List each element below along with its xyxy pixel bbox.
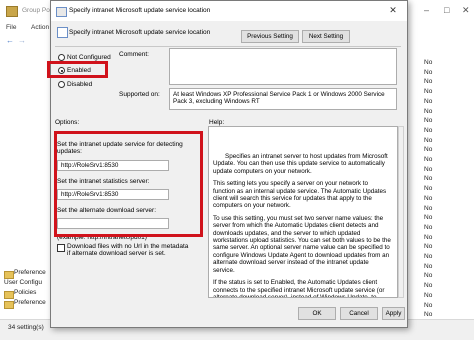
state-value[interactable]: No [424, 234, 432, 241]
help-paragraph: Specifies an intranet server to host upd… [213, 153, 388, 175]
next-setting-button[interactable]: Next Setting [302, 30, 350, 43]
state-value[interactable]: No [424, 156, 432, 163]
dialog-title: Specify intranet Microsoft update servic… [69, 7, 211, 14]
folder-icon [4, 301, 14, 309]
state-value[interactable]: No [424, 243, 432, 250]
state-value[interactable]: No [424, 205, 432, 212]
maximize-icon[interactable]: □ [444, 5, 449, 15]
tree-item[interactable]: Preference [14, 299, 46, 306]
download-no-url-checkbox[interactable] [57, 244, 65, 252]
state-value[interactable]: No [424, 98, 432, 105]
options-label: Options: [55, 119, 80, 126]
menu-file[interactable]: File [6, 24, 16, 31]
state-value[interactable]: No [424, 69, 432, 76]
tree-item[interactable]: Preference [14, 269, 46, 276]
cancel-button[interactable]: Cancel [340, 307, 378, 320]
state-value[interactable]: No [424, 311, 432, 318]
radio-disabled[interactable] [58, 81, 65, 88]
state-value[interactable]: No [424, 302, 432, 309]
help-pane: Specifies an intranet server to host upd… [208, 126, 398, 298]
dialog-titlebar: Specify intranet Microsoft update servic… [51, 1, 407, 21]
state-value[interactable]: No [424, 108, 432, 115]
enabled-highlight-box [47, 61, 108, 78]
minimize-icon[interactable]: – [424, 5, 429, 15]
status-text: 34 setting(s) [8, 324, 44, 331]
tree-item[interactable]: User Configu [4, 279, 42, 286]
setting-icon [57, 27, 68, 38]
state-value[interactable]: No [424, 224, 432, 231]
state-value[interactable]: No [424, 78, 432, 85]
state-value[interactable]: No [424, 214, 432, 221]
help-paragraph: If the status is set to Enabled, the Aut… [213, 279, 385, 298]
state-value[interactable]: No [424, 127, 432, 134]
radio-disabled-label: Disabled [67, 81, 93, 88]
state-value[interactable]: No [424, 263, 432, 270]
state-value[interactable]: No [424, 175, 432, 182]
background-tree-pane: Preference User Configu Policies Prefere… [0, 47, 53, 319]
download-no-url-label: Download files with no Url in the metada… [67, 243, 189, 258]
apply-button[interactable]: Apply [382, 307, 405, 320]
policy-icon [56, 7, 67, 17]
close-icon[interactable]: ✕ [462, 5, 470, 16]
help-text: Specifies an intranet server to host upd… [213, 153, 391, 298]
state-value[interactable]: No [424, 282, 432, 289]
state-value[interactable]: No [424, 253, 432, 260]
tree-item[interactable]: Policies [14, 289, 36, 296]
state-value[interactable]: No [424, 185, 432, 192]
forward-arrow-icon[interactable]: → [18, 36, 26, 45]
dialog-close-icon[interactable]: ✕ [383, 3, 403, 17]
radio-not-configured-label: Not Configured [67, 54, 111, 61]
setting-header-title: Specify intranet Microsoft update servic… [69, 29, 211, 36]
help-scrollbar[interactable] [398, 126, 404, 298]
state-value[interactable]: No [424, 292, 432, 299]
background-state-column: No No No No No No No No No No No No No No No No No No No No… [404, 47, 474, 319]
supported-label: Supported on: [119, 91, 160, 98]
state-value[interactable]: No [424, 117, 432, 124]
help-paragraph: This setting lets you specify a server o… [213, 180, 387, 210]
ok-button[interactable]: OK [298, 307, 336, 320]
background-window-title: Group Pol [22, 7, 52, 14]
policy-dialog: Specify intranet Microsoft update servic… [47, 0, 408, 328]
help-paragraph: To use this setting, you must set two se… [213, 214, 391, 274]
previous-setting-button[interactable]: Previous Setting [241, 30, 299, 43]
comment-field[interactable] [169, 48, 397, 85]
state-value[interactable]: No [424, 137, 432, 144]
supported-on-field: At least Windows XP Professional Service… [169, 88, 397, 110]
folder-icon [4, 291, 14, 299]
group-policy-icon [6, 6, 18, 17]
state-value[interactable]: No [424, 146, 432, 153]
state-value[interactable]: No [424, 88, 432, 95]
state-value[interactable]: No [424, 272, 432, 279]
header-divider [55, 46, 401, 47]
state-value[interactable]: No [424, 195, 432, 202]
state-value[interactable]: No [424, 59, 432, 66]
options-highlight-box [54, 131, 203, 237]
help-label: Help: [209, 119, 225, 126]
folder-icon [4, 271, 14, 279]
state-value[interactable]: No [424, 166, 432, 173]
menu-action[interactable]: Action [31, 24, 49, 31]
radio-not-configured[interactable] [58, 54, 65, 61]
back-arrow-icon[interactable]: ← [6, 36, 14, 45]
comment-label: Comment: [119, 51, 149, 58]
